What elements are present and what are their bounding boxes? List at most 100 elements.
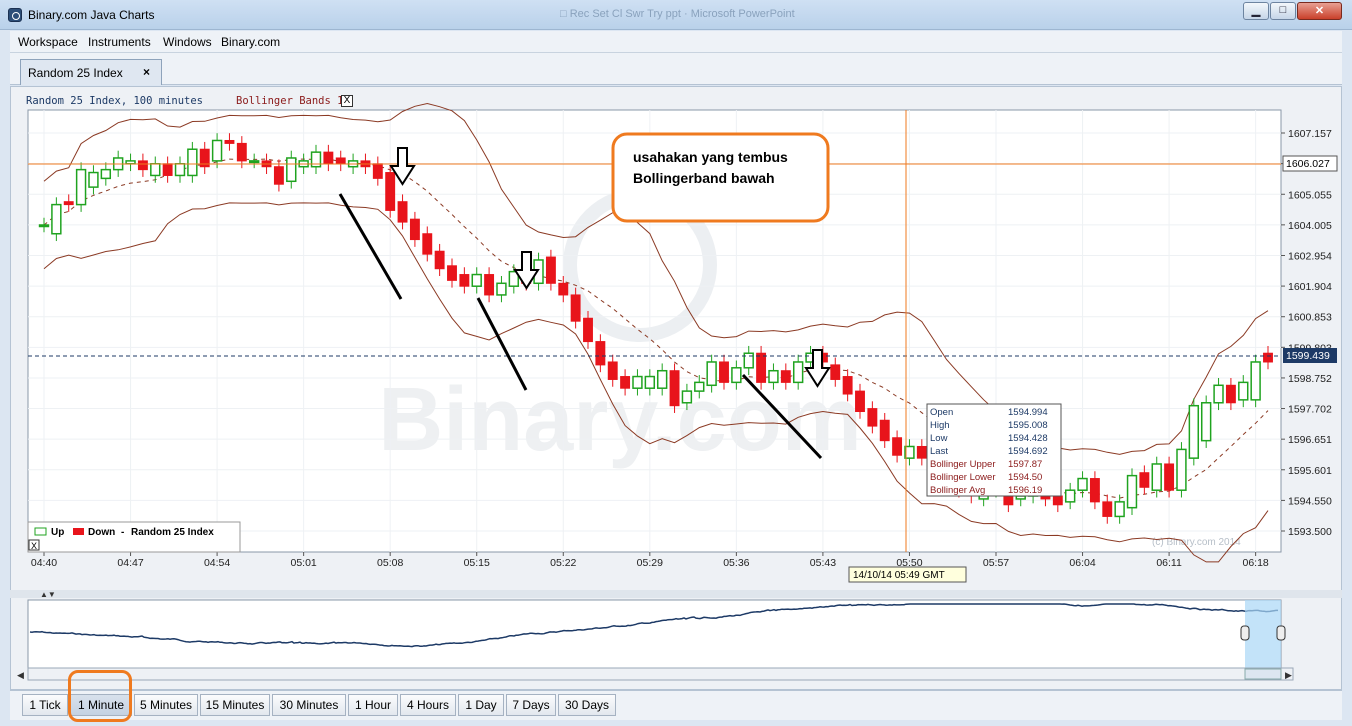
timeframe-5-minutes[interactable]: 5 Minutes <box>134 694 198 716</box>
candle-down[interactable] <box>385 172 396 211</box>
candle-down[interactable] <box>236 142 247 162</box>
candle-down[interactable] <box>397 201 408 223</box>
candle-down[interactable] <box>372 163 383 179</box>
candle-up[interactable] <box>1064 489 1076 503</box>
candle-down[interactable] <box>1164 463 1175 491</box>
candle-down[interactable] <box>137 160 148 171</box>
candle-up[interactable] <box>248 160 260 164</box>
candle-up[interactable] <box>1200 402 1212 442</box>
candle-up[interactable] <box>792 361 804 384</box>
candle-down[interactable] <box>1139 472 1150 488</box>
candle-down[interactable] <box>842 376 853 395</box>
candle-up[interactable] <box>51 203 62 235</box>
candle-down[interactable] <box>422 233 433 255</box>
candle-down[interactable] <box>434 250 445 270</box>
candle-down[interactable] <box>570 294 581 322</box>
scroll-left-icon[interactable]: ◀ <box>17 670 24 680</box>
candle-down[interactable] <box>63 201 74 206</box>
candle-up[interactable] <box>1126 474 1138 509</box>
candle-up[interactable] <box>88 171 99 188</box>
candle-down[interactable] <box>583 317 593 343</box>
candle-up[interactable] <box>1213 384 1224 404</box>
candle-up[interactable] <box>768 369 779 384</box>
navigator-left-handle[interactable] <box>1240 625 1250 641</box>
candle-up[interactable] <box>743 352 754 369</box>
timeframe-30-days[interactable]: 30 Days <box>558 694 616 716</box>
horizontal-scrollbar[interactable] <box>27 667 1294 681</box>
candle-down[interactable] <box>273 166 284 185</box>
candle-up[interactable] <box>1238 381 1249 401</box>
candle-up[interactable] <box>1250 361 1261 401</box>
navigator-pane[interactable] <box>27 599 1282 669</box>
candle-down[interactable] <box>484 274 495 296</box>
candle-down[interactable] <box>855 390 865 413</box>
candle-down[interactable] <box>1089 478 1100 503</box>
timeframe-1-day[interactable]: 1 Day <box>458 694 504 716</box>
timeframe-15-minutes[interactable]: 15 Minutes <box>200 694 270 716</box>
candle-up[interactable] <box>211 139 223 162</box>
candle-down[interactable] <box>1102 501 1113 517</box>
candle-down[interactable] <box>162 163 173 176</box>
legend-close-icon[interactable]: X <box>31 541 37 551</box>
candle-down[interactable] <box>447 265 457 281</box>
candle-down[interactable] <box>607 361 618 380</box>
candle-down[interactable] <box>780 370 791 383</box>
scroll-right-icon[interactable]: ▶ <box>1285 670 1292 680</box>
candlestick-chart[interactable]: Binary.com (c) Binary.com 2014 1607.1571… <box>0 0 1352 690</box>
timeframe-4-hours[interactable]: 4 Hours <box>400 694 456 716</box>
candle-up[interactable] <box>681 390 693 404</box>
candle-up[interactable] <box>496 282 507 296</box>
candle-up[interactable] <box>731 367 742 384</box>
candle-up[interactable] <box>100 168 112 180</box>
candle-up[interactable] <box>656 369 668 389</box>
candle-down[interactable] <box>916 445 927 459</box>
candle-down[interactable] <box>409 218 420 241</box>
candle-up[interactable] <box>694 381 705 392</box>
candle-down[interactable] <box>620 376 631 389</box>
candle-down[interactable] <box>892 437 903 456</box>
collapse-arrows-icon[interactable]: ▲▼ <box>40 590 56 599</box>
candle-up[interactable] <box>125 160 136 165</box>
candle-down[interactable] <box>459 274 470 287</box>
navigator-window[interactable] <box>1245 600 1281 668</box>
candle-down[interactable] <box>879 419 890 442</box>
candle-down[interactable] <box>1263 352 1273 363</box>
candle-up[interactable] <box>706 361 717 387</box>
candle-down[interactable] <box>1225 384 1236 404</box>
candle-up[interactable] <box>1151 463 1162 491</box>
candle-up[interactable] <box>38 224 50 228</box>
navigator-splitter[interactable] <box>10 590 1342 598</box>
navigator-right-handle[interactable] <box>1276 625 1286 641</box>
candle-down[interactable] <box>323 151 334 165</box>
candle-up[interactable] <box>471 273 482 287</box>
candle-up[interactable] <box>1114 501 1125 518</box>
x-tick-label: 04:54 <box>204 557 230 569</box>
timeframe-1-hour[interactable]: 1 Hour <box>348 694 398 716</box>
candle-down[interactable] <box>756 352 767 383</box>
candle-up[interactable] <box>174 163 186 177</box>
candle-down[interactable] <box>595 341 606 366</box>
candle-down[interactable] <box>867 408 878 427</box>
candle-down[interactable] <box>669 370 680 407</box>
candle-down[interactable] <box>335 157 346 165</box>
candle-up[interactable] <box>286 157 297 183</box>
candle-up[interactable] <box>1077 477 1088 491</box>
candle-down[interactable] <box>1052 495 1063 506</box>
candle-up[interactable] <box>632 375 643 389</box>
candle-up[interactable] <box>187 148 198 177</box>
timeframe-1-tick[interactable]: 1 Tick <box>22 694 68 716</box>
candle-down[interactable] <box>719 361 729 383</box>
candle-up[interactable] <box>75 168 87 206</box>
candle-up[interactable] <box>644 375 656 389</box>
candle-up[interactable] <box>310 151 322 168</box>
candle-down[interactable] <box>224 139 235 144</box>
candle-down[interactable] <box>558 282 569 296</box>
timeframe-7-days[interactable]: 7 Days <box>506 694 556 716</box>
scrollbar-thumb[interactable] <box>1244 668 1282 680</box>
candle-up[interactable] <box>1176 448 1187 491</box>
candle-down[interactable] <box>545 256 556 284</box>
candle-up[interactable] <box>1188 404 1200 459</box>
timeframe-30-minutes[interactable]: 30 Minutes <box>272 694 346 716</box>
candle-up[interactable] <box>150 163 161 177</box>
candle-down[interactable] <box>830 364 841 380</box>
